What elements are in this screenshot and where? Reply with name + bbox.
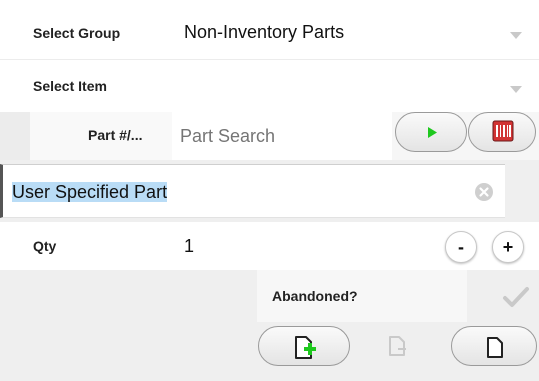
custom-part-value: User Specified Part [12,182,168,202]
select-group-label: Select Group [33,25,121,41]
document-icon [487,337,503,358]
new-document-button[interactable] [451,326,537,366]
chevron-down-icon [510,86,522,93]
custom-part-field[interactable]: User Specified Part [0,164,505,218]
qty-increment-button[interactable]: + [492,231,524,263]
scan-barcode-button[interactable] [468,112,536,152]
select-group-dropdown[interactable]: Non-Inventory Parts [172,0,539,60]
chevron-down-icon [510,32,522,39]
clear-icon[interactable] [474,182,494,202]
select-group-row: Select Group Non-Inventory Parts [0,0,539,60]
custom-part-row: User Specified Part [0,160,539,222]
action-row [0,322,539,381]
play-icon [428,127,437,138]
qty-row: Qty 1 - + [0,222,539,270]
part-search-row: Part #/... [0,112,539,160]
abandoned-row: Abandoned? [0,270,539,322]
part-search-label: Part #/... [88,127,143,143]
qty-value[interactable]: 1 [184,236,194,257]
select-item-dropdown[interactable] [172,60,539,112]
barcode-scanner-icon [492,120,514,142]
part-search-input[interactable] [172,112,392,160]
copy-document-icon[interactable] [386,333,410,361]
abandoned-checkbox[interactable] [467,270,539,322]
abandoned-label-cell: Abandoned? [257,270,467,322]
select-group-value: Non-Inventory Parts [184,22,345,42]
add-document-icon [295,336,316,359]
select-item-label: Select Item [33,78,107,94]
qty-label: Qty [33,238,57,254]
search-go-button[interactable] [395,112,467,152]
abandoned-label: Abandoned? [272,288,358,304]
qty-decrement-button[interactable]: - [445,231,477,263]
checkmark-icon [503,287,529,307]
part-search-label-cell: Part #/... [0,112,172,160]
select-item-row: Select Item [0,60,539,112]
add-part-button[interactable] [258,326,350,366]
